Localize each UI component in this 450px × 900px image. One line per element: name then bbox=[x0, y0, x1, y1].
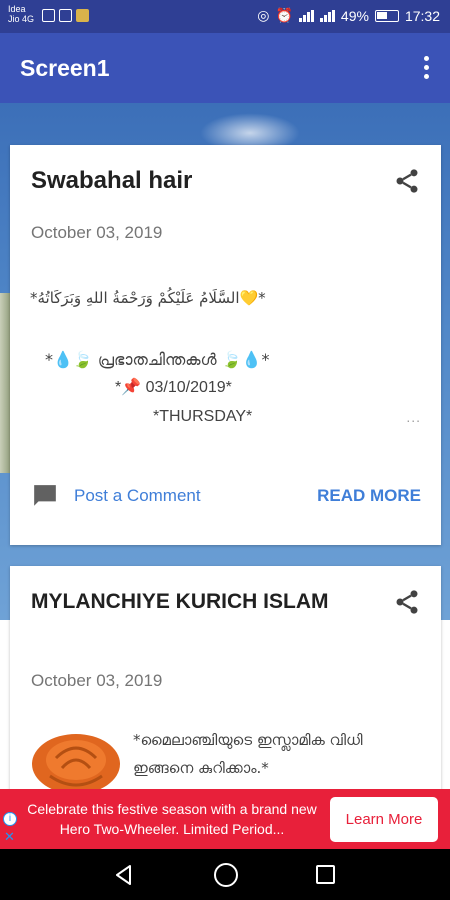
battery-percent: 49% bbox=[340, 7, 369, 24]
post-thumbnail[interactable] bbox=[30, 724, 122, 794]
notification-gallery-icon bbox=[76, 9, 89, 22]
status-bar: Idea Jio 4G ◎ ⏰ 49% 17:32 bbox=[0, 0, 450, 33]
learn-more-button[interactable]: Learn More bbox=[330, 797, 438, 842]
recents-square-icon[interactable] bbox=[316, 865, 335, 884]
status-right: ◎ ⏰ 49% 17:32 bbox=[257, 7, 440, 24]
clock: 17:32 bbox=[404, 7, 440, 24]
notification-icons bbox=[42, 9, 89, 22]
excerpt-day-line: *THURSDAY* bbox=[153, 408, 253, 425]
carrier-label: Idea Jio 4G bbox=[8, 4, 34, 24]
ad-close-icon[interactable]: ✕ bbox=[4, 829, 15, 845]
post-excerpt: *മൈലാഞ്ചിയുടെ ഇസ്ലാമിക വിധി ഇങ്ങനെ കുറിക… bbox=[133, 731, 363, 777]
share-icon[interactable] bbox=[393, 167, 421, 195]
notification-app-icon bbox=[42, 9, 55, 22]
battery-icon bbox=[374, 9, 399, 22]
ad-banner[interactable]: i ✕ Celebrate this festive season with a… bbox=[0, 789, 450, 849]
alarm-icon: ⏰ bbox=[275, 7, 293, 23]
post-card[interactable]: Swabahal hair October 03, 2019 *السَّلَا… bbox=[10, 145, 441, 545]
ad-text[interactable]: Celebrate this festive season with a bra… bbox=[22, 799, 322, 839]
post-date: October 03, 2019 bbox=[31, 223, 163, 242]
back-triangle-icon[interactable] bbox=[112, 863, 136, 887]
excerpt-ellipsis: ... bbox=[406, 409, 421, 425]
app-bar: Screen1 bbox=[0, 33, 450, 103]
excerpt-heading-line: *💧🍃 പ്രഭാതചിന്തകൾ 🍃💧* bbox=[45, 350, 270, 369]
nfc-icon: ◎ bbox=[257, 7, 270, 23]
post-date: October 03, 2019 bbox=[31, 671, 163, 690]
excerpt-date-line: *📌 03/10/2019* bbox=[115, 379, 232, 396]
more-vert-icon[interactable] bbox=[416, 51, 436, 83]
post-title[interactable]: Swabahal hair bbox=[31, 165, 192, 196]
excerpt-arabic-line: *السَّلَامُ عَلَيْكُمْ وَرَحْمَةُ اللهِ … bbox=[30, 289, 266, 307]
carrier-network: Jio 4G bbox=[8, 14, 35, 24]
post-comment-link[interactable]: Post a Comment bbox=[74, 486, 201, 506]
home-circle-icon[interactable] bbox=[214, 863, 238, 887]
app-title: Screen1 bbox=[20, 55, 110, 81]
ad-info-icon[interactable]: i bbox=[3, 812, 17, 826]
comment-icon[interactable] bbox=[31, 483, 59, 509]
system-nav-bar bbox=[0, 849, 450, 900]
read-more-button[interactable]: READ MORE bbox=[317, 486, 421, 506]
carrier-name: Idea bbox=[8, 4, 26, 14]
signal-icon bbox=[298, 9, 314, 22]
signal-icon-2 bbox=[319, 9, 335, 22]
share-icon[interactable] bbox=[393, 588, 421, 616]
post-title[interactable]: MYLANCHIYE KURICH ISLAM bbox=[31, 586, 361, 617]
post-card[interactable]: MYLANCHIYE KURICH ISLAM October 03, 2019… bbox=[10, 566, 441, 806]
notification-cast-icon bbox=[59, 9, 72, 22]
